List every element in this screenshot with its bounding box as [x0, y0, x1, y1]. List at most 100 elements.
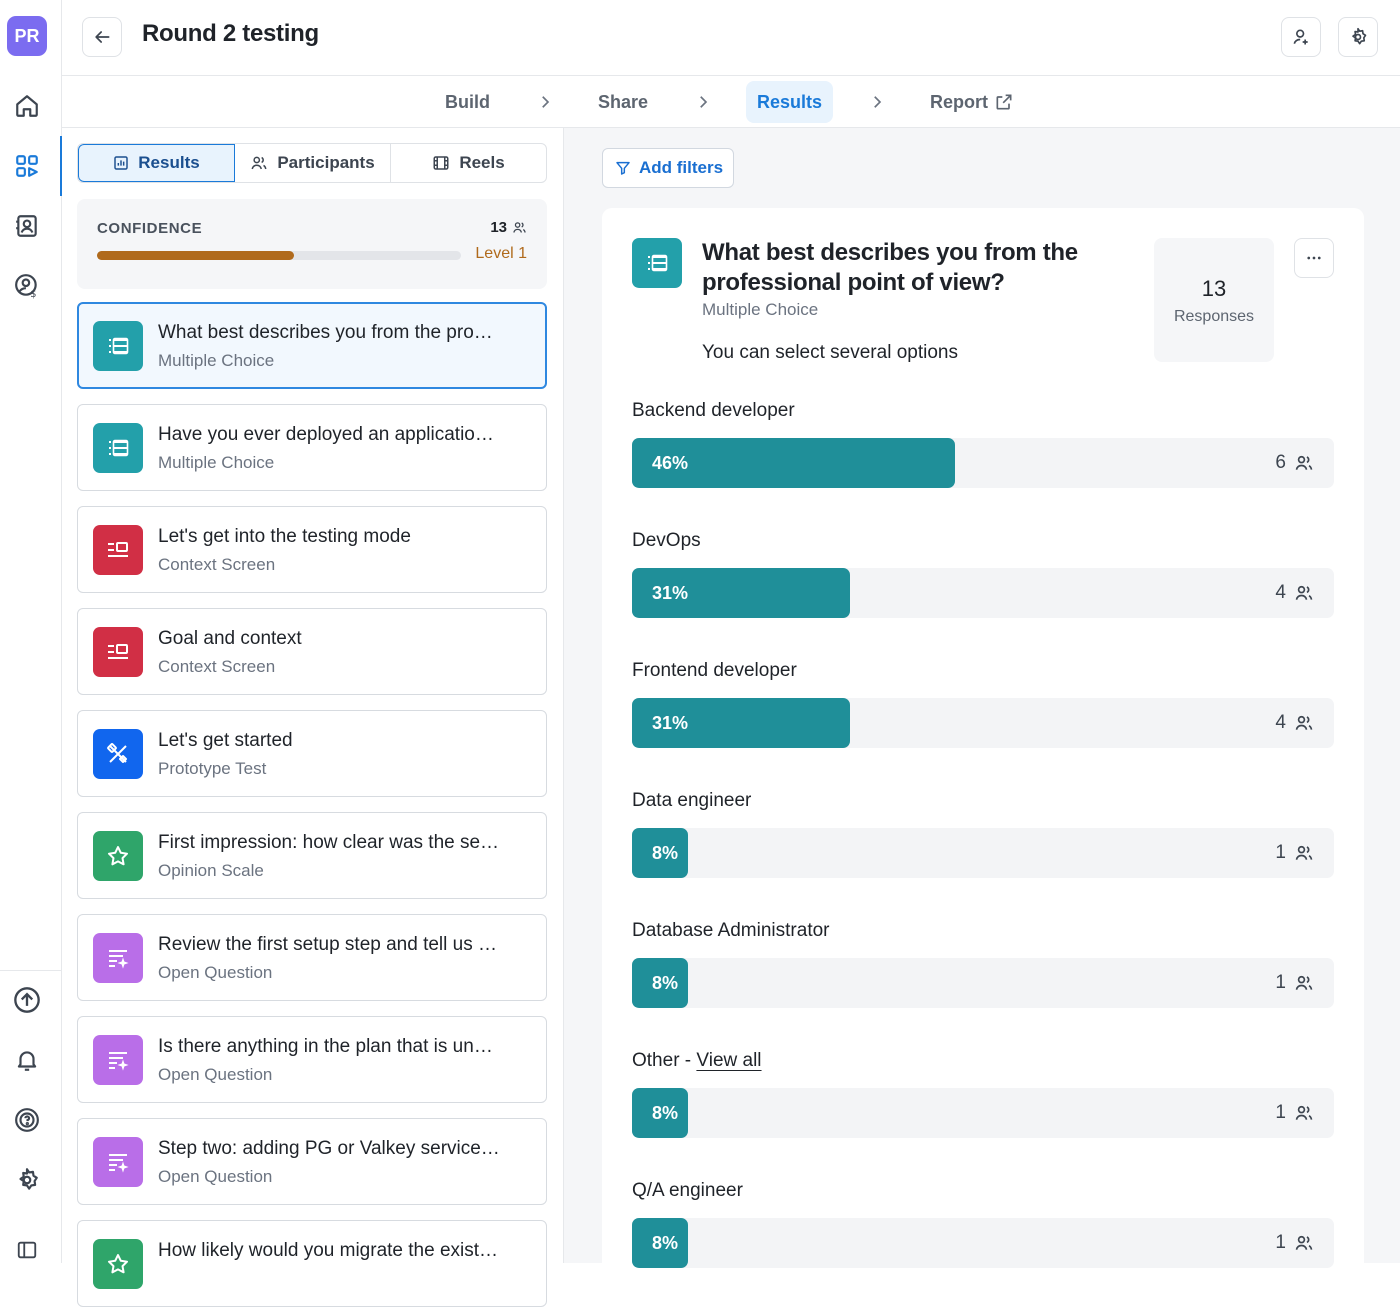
question-list-item[interactable]: Step two: adding PG or Valkey service… Op…	[77, 1118, 547, 1205]
help-icon[interactable]	[11, 1104, 43, 1136]
answer-option: Backend developer 46% 6	[632, 400, 1334, 488]
user-plus-icon	[1293, 29, 1308, 45]
option-bar: 46% 6	[632, 438, 1334, 488]
upgrade-icon[interactable]	[11, 984, 43, 1016]
question-list-item[interactable]: First impression: how clear was the se… O…	[77, 812, 547, 899]
tab-results[interactable]: Results	[78, 144, 235, 182]
question-list-item[interactable]: Have you ever deployed an applicatio… Mul…	[77, 404, 547, 491]
responses-count: 13	[1201, 276, 1227, 301]
question-item-title: Have you ever deployed an applicatio…	[158, 424, 494, 445]
answer-option: Database Administrator 8% 1	[632, 920, 1334, 1008]
top-bar: Round 2 testing	[62, 0, 1400, 76]
contacts-icon[interactable]	[11, 210, 43, 242]
open-question-icon	[93, 1137, 143, 1187]
question-item-type: Context Screen	[158, 555, 276, 574]
workspace-avatar[interactable]: PR	[7, 16, 47, 56]
option-votes: 1	[1275, 828, 1314, 878]
app-rail: PR $	[0, 0, 62, 1263]
confidence-progress	[97, 251, 461, 260]
question-result-card: What best describes you from the profess…	[602, 208, 1364, 1308]
option-bar: 8% 1	[632, 828, 1334, 878]
tab-results-label: Results	[138, 153, 200, 172]
users-icon	[1294, 453, 1314, 473]
users-icon	[1294, 1103, 1314, 1123]
panel-billing-icon[interactable]: $	[11, 270, 43, 302]
users-icon	[1294, 843, 1314, 863]
option-votes-count: 1	[1275, 972, 1286, 993]
chevron-right-icon	[874, 96, 882, 108]
settings-icon[interactable]	[11, 1164, 43, 1196]
option-bar: 8% 1	[632, 1088, 1334, 1138]
tab-participants[interactable]: Participants	[235, 144, 391, 182]
question-list-item[interactable]: What best describes you from the pro… Mul…	[77, 302, 547, 389]
option-label-row: Database Administrator	[632, 920, 1334, 946]
answer-option: DevOps 31% 4	[632, 530, 1334, 618]
question-list-item[interactable]: Is there anything in the plan that is un…	[77, 1016, 547, 1103]
confidence-card: CONFIDENCE 13 Level 1	[77, 199, 547, 289]
questions-panel: Results Participants Reels CONFIDENCE 13…	[62, 128, 564, 1307]
step-report[interactable]: Report	[919, 81, 1025, 123]
question-list-item[interactable]: Review the first setup step and tell us …	[77, 914, 547, 1001]
option-votes: 4	[1275, 568, 1314, 618]
confidence-level: Level 1	[475, 245, 527, 262]
option-label: Database Administrator	[632, 920, 830, 941]
question-item-title: Step two: adding PG or Valkey service…	[158, 1138, 500, 1159]
question-list-item[interactable]: Let's get into the testing mode Context S…	[77, 506, 547, 593]
option-label: Q/A engineer	[632, 1180, 743, 1201]
question-item-type: Opinion Scale	[158, 861, 264, 880]
question-type: Multiple Choice	[702, 300, 819, 319]
collapse-sidebar-icon[interactable]	[11, 1234, 43, 1266]
answer-option: Frontend developer 31% 4	[632, 660, 1334, 748]
tab-reels[interactable]: Reels	[391, 144, 546, 182]
view-all-link[interactable]: View all	[696, 1050, 761, 1071]
question-item-title: Let's get into the testing mode	[158, 526, 411, 547]
add-filters-button[interactable]: Add filters	[602, 148, 735, 188]
home-icon[interactable]	[11, 90, 43, 122]
question-item-type: Open Question	[158, 963, 273, 982]
bell-icon[interactable]	[11, 1044, 43, 1076]
users-icon	[251, 156, 267, 170]
confidence-label: CONFIDENCE	[97, 220, 203, 237]
step-share[interactable]: Share	[587, 81, 659, 123]
option-percent: 8%	[652, 1232, 679, 1253]
chevron-right-icon	[700, 96, 708, 108]
share-user-button[interactable]	[1281, 17, 1321, 57]
option-label-row: Q/A engineer	[632, 1180, 1334, 1206]
option-percent: 46%	[652, 452, 689, 473]
context-screen-icon	[93, 627, 143, 677]
context-screen-icon	[93, 525, 143, 575]
question-item-type: Open Question	[158, 1065, 273, 1084]
answer-option: Other - View all 8% 1	[632, 1050, 1334, 1138]
studies-icon[interactable]	[11, 150, 43, 182]
confidence-count: 13	[490, 219, 527, 236]
responses-label: Responses	[1173, 308, 1255, 325]
question-item-type: Context Screen	[158, 657, 276, 676]
results-panel: Add filters What best describes you from…	[564, 128, 1400, 1308]
tab-reels-label: Reels	[459, 153, 505, 172]
option-votes: 1	[1275, 958, 1314, 1008]
option-bar: 8% 1	[632, 958, 1334, 1008]
back-button[interactable]	[82, 17, 122, 57]
option-bar: 8% 1	[632, 1218, 1334, 1268]
external-link-icon	[996, 94, 1012, 110]
question-item-type: Multiple Choice	[158, 453, 275, 472]
more-options-button[interactable]	[1294, 238, 1334, 278]
step-results[interactable]: Results	[746, 81, 834, 123]
step-build[interactable]: Build	[434, 81, 501, 123]
option-label: Data engineer	[632, 790, 752, 811]
question-list-item[interactable]: Let's get started Prototype Test	[77, 710, 547, 797]
question-item-title: What best describes you from the pro…	[158, 322, 493, 343]
study-settings-button[interactable]	[1338, 17, 1378, 57]
chevron-right-icon	[542, 96, 550, 108]
study-steps: Build Share Results Report	[62, 76, 1400, 128]
open-question-icon	[93, 1035, 143, 1085]
arrow-left-icon	[95, 31, 110, 43]
rail-divider	[0, 970, 62, 971]
question-list-item[interactable]: Goal and context Context Screen	[77, 608, 547, 695]
confidence-count-value: 13	[490, 219, 507, 236]
svg-text:$: $	[30, 289, 36, 299]
confidence-progress-fill	[97, 251, 294, 260]
question-list-item[interactable]: How likely would you migrate the exist…	[77, 1220, 547, 1307]
list-icon	[93, 423, 143, 473]
option-label-row: DevOps	[632, 530, 1334, 556]
